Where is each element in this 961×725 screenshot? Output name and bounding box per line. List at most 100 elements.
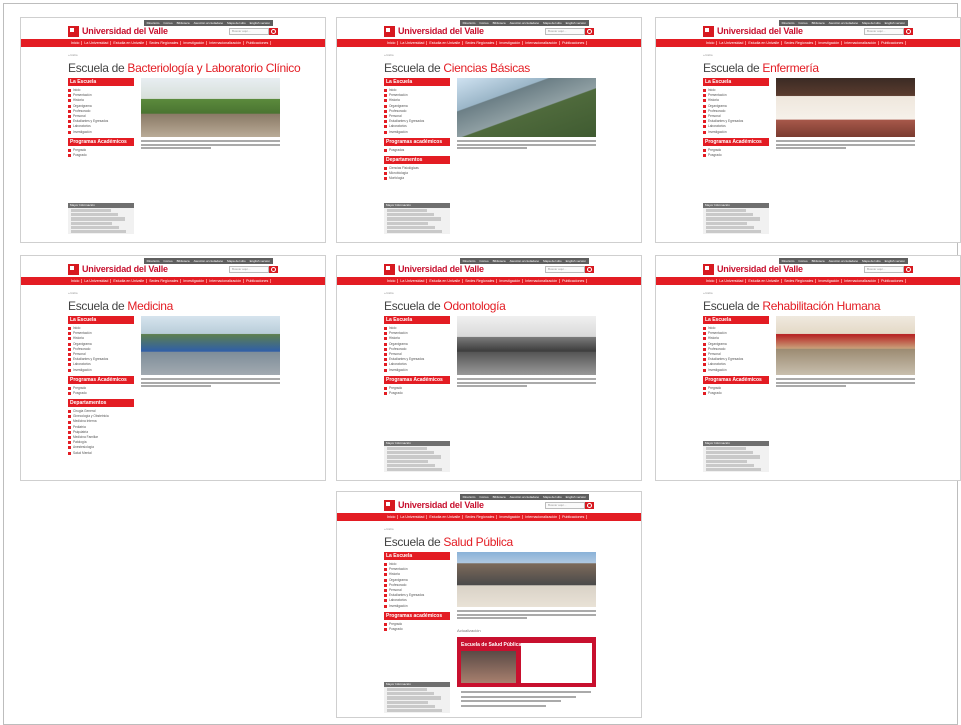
nav-item[interactable]: Sedes Regionales: [782, 279, 817, 283]
top-link[interactable]: Atención al ciudadano: [829, 259, 859, 263]
university-logo[interactable]: Universidad del Valle: [68, 24, 168, 38]
nav-item[interactable]: Internacionalización: [842, 279, 880, 283]
top-link[interactable]: Directorio: [782, 259, 795, 263]
nav-item[interactable]: Publicaciones: [244, 41, 272, 45]
nav-item[interactable]: Investigación: [816, 41, 843, 45]
nav-item[interactable]: Publicaciones: [560, 41, 588, 45]
nav-item[interactable]: Investigación: [181, 279, 208, 283]
top-link[interactable]: Correo: [798, 259, 807, 263]
nav-item[interactable]: La Universidad: [82, 279, 112, 283]
nav-item[interactable]: Inicio: [69, 279, 83, 283]
page-card-rehabilitacion[interactable]: Universidad del Valle Directorio Correo Bib…: [655, 255, 961, 481]
top-link[interactable]: Mapa del sitio: [227, 259, 246, 263]
university-logo[interactable]: Universidad del Valle: [68, 262, 168, 276]
university-logo[interactable]: Universidad del Valle: [703, 24, 803, 38]
search-input[interactable]: Buscar aquí...: [545, 28, 585, 35]
nav-item[interactable]: Investigación: [497, 41, 524, 45]
top-link[interactable]: English version: [566, 495, 586, 499]
nav-item[interactable]: Sedes Regionales: [147, 279, 182, 283]
top-link[interactable]: Mapa del sitio: [862, 259, 881, 263]
nav-item[interactable]: Sedes Regionales: [463, 41, 498, 45]
breadcrumb[interactable]: » Inicio: [68, 291, 78, 295]
promo-banner[interactable]: Escuela de Salud Pública: [457, 637, 596, 687]
nav-item[interactable]: Investigación: [497, 515, 524, 519]
top-link[interactable]: Directorio: [463, 495, 476, 499]
search-icon[interactable]: [585, 28, 594, 35]
page-card-bacteriologia[interactable]: Universidad del Valle Directorio Correo Bib…: [20, 17, 326, 243]
top-link[interactable]: Correo: [163, 259, 172, 263]
search-input[interactable]: Buscar aquí...: [545, 266, 585, 273]
nav-item[interactable]: Inicio: [385, 515, 399, 519]
nav-item[interactable]: Estudia en Univalle: [427, 41, 464, 45]
nav-item[interactable]: Sedes Regionales: [463, 279, 498, 283]
nav-item[interactable]: Investigación: [497, 279, 524, 283]
top-link[interactable]: Biblioteca: [812, 21, 825, 25]
page-card-ciencias-basicas[interactable]: Universidad del Valle Directorio Correo Bib…: [336, 17, 642, 243]
top-link[interactable]: Mapa del sitio: [543, 495, 562, 499]
top-link[interactable]: Directorio: [463, 259, 476, 263]
nav-item[interactable]: La Universidad: [398, 279, 428, 283]
university-logo[interactable]: Universidad del Valle: [703, 262, 803, 276]
nav-item[interactable]: Investigación: [181, 41, 208, 45]
top-link[interactable]: Mapa del sitio: [543, 21, 562, 25]
nav-item[interactable]: Internacionalización: [207, 41, 245, 45]
nav-item[interactable]: Estudia en Univalle: [427, 515, 464, 519]
nav-item[interactable]: Inicio: [704, 41, 718, 45]
nav-item[interactable]: Publicaciones: [560, 279, 588, 283]
search-input[interactable]: Buscar aquí...: [864, 266, 904, 273]
nav-item[interactable]: Publicaciones: [879, 41, 907, 45]
nav-item[interactable]: Inicio: [704, 279, 718, 283]
search-input[interactable]: Buscar aquí...: [229, 266, 269, 273]
search-icon[interactable]: [269, 266, 278, 273]
nav-item[interactable]: La Universidad: [717, 279, 747, 283]
nav-item[interactable]: Estudia en Univalle: [427, 279, 464, 283]
search-input[interactable]: Buscar aquí...: [864, 28, 904, 35]
breadcrumb[interactable]: » Inicio: [703, 291, 713, 295]
breadcrumb[interactable]: » Inicio: [384, 527, 394, 531]
search-icon[interactable]: [904, 266, 913, 273]
breadcrumb[interactable]: » Inicio: [703, 53, 713, 57]
nav-item[interactable]: Internacionalización: [842, 41, 880, 45]
page-card-medicina[interactable]: Universidad del Valle Directorio Correo Bib…: [20, 255, 326, 481]
top-link[interactable]: English version: [566, 21, 586, 25]
top-link[interactable]: Biblioteca: [493, 259, 506, 263]
top-link[interactable]: Atención al ciudadano: [829, 21, 859, 25]
search-icon[interactable]: [585, 502, 594, 509]
breadcrumb[interactable]: » Inicio: [384, 291, 394, 295]
nav-item[interactable]: Publicaciones: [879, 279, 907, 283]
top-link[interactable]: Atención al ciudadano: [510, 21, 540, 25]
top-link[interactable]: Directorio: [782, 21, 795, 25]
top-link[interactable]: English version: [250, 21, 270, 25]
top-link[interactable]: Correo: [479, 21, 488, 25]
top-link[interactable]: English version: [250, 259, 270, 263]
breadcrumb[interactable]: » Inicio: [384, 53, 394, 57]
search-input[interactable]: Buscar aquí...: [229, 28, 269, 35]
nav-item[interactable]: Sedes Regionales: [463, 515, 498, 519]
top-link[interactable]: Biblioteca: [177, 259, 190, 263]
top-link[interactable]: Mapa del sitio: [862, 21, 881, 25]
nav-item[interactable]: Inicio: [69, 41, 83, 45]
nav-item[interactable]: Publicaciones: [560, 515, 588, 519]
nav-item[interactable]: Inicio: [385, 41, 399, 45]
top-link[interactable]: English version: [885, 259, 905, 263]
page-card-odontologia[interactable]: Universidad del Valle Directorio Correo Bib…: [336, 255, 642, 481]
nav-item[interactable]: Internacionalización: [523, 41, 561, 45]
page-card-salud-publica[interactable]: Universidad del Valle Directorio Correo Bib…: [336, 491, 642, 718]
nav-item[interactable]: Investigación: [816, 279, 843, 283]
top-link[interactable]: Atención al ciudadano: [194, 259, 224, 263]
top-link[interactable]: Correo: [479, 259, 488, 263]
nav-item[interactable]: La Universidad: [398, 41, 428, 45]
nav-item[interactable]: Internacionalización: [207, 279, 245, 283]
top-link[interactable]: Correo: [163, 21, 172, 25]
university-logo[interactable]: Universidad del Valle: [384, 24, 484, 38]
top-link[interactable]: Mapa del sitio: [543, 259, 562, 263]
top-link[interactable]: Directorio: [147, 21, 160, 25]
university-logo[interactable]: Universidad del Valle: [384, 262, 484, 276]
nav-item[interactable]: La Universidad: [82, 41, 112, 45]
top-link[interactable]: English version: [566, 259, 586, 263]
nav-item[interactable]: Sedes Regionales: [147, 41, 182, 45]
top-link[interactable]: Atención al ciudadano: [510, 259, 540, 263]
nav-item[interactable]: La Universidad: [717, 41, 747, 45]
nav-item[interactable]: Estudia en Univalle: [111, 41, 148, 45]
nav-item[interactable]: Inicio: [385, 279, 399, 283]
